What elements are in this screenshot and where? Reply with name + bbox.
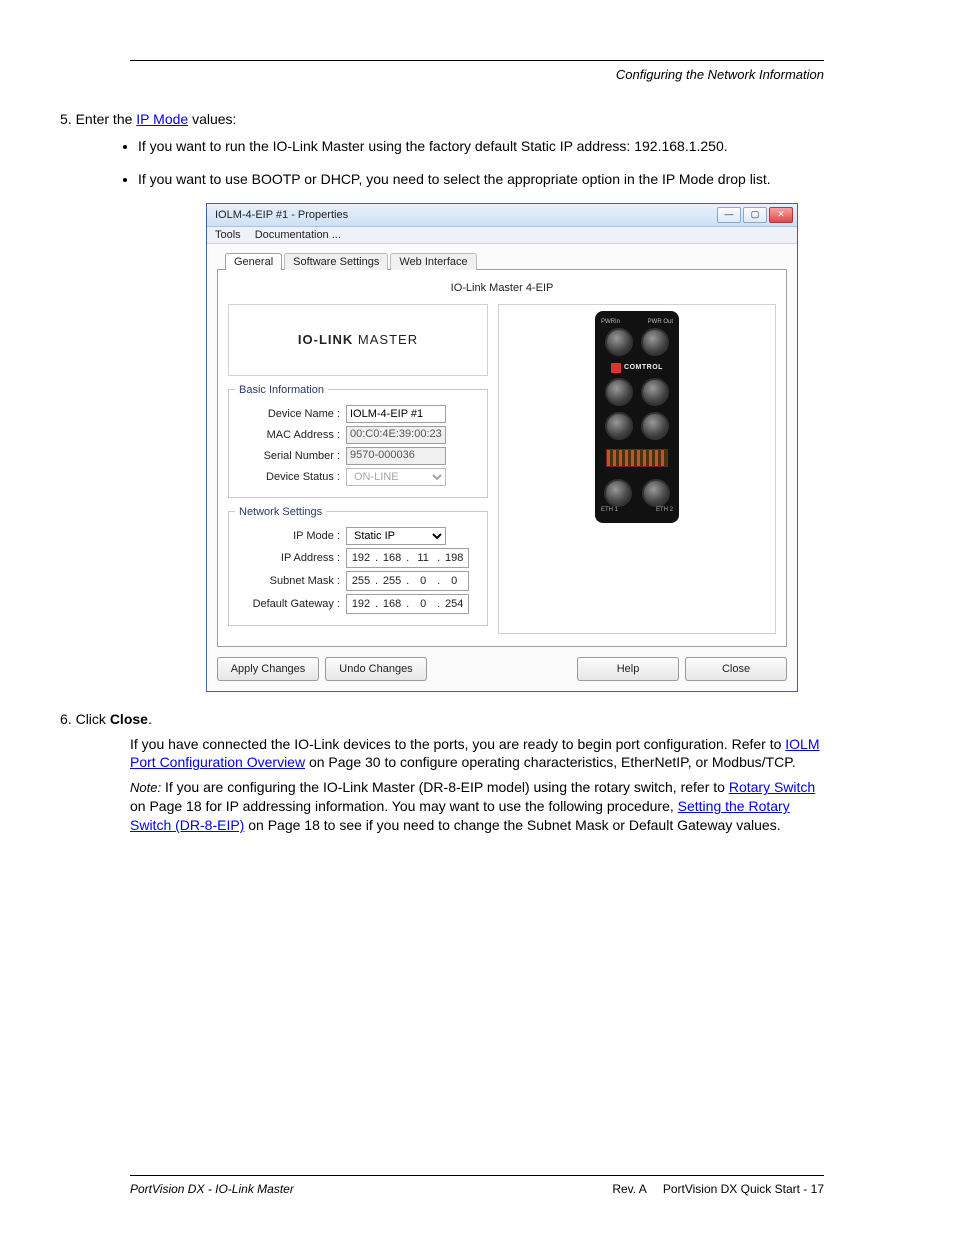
subnet-mask-input[interactable]: 255. 255. 0. 0 <box>346 571 469 591</box>
minimize-icon[interactable]: — <box>717 207 741 223</box>
txt: Enter the <box>76 111 133 127</box>
basic-info-group: Basic Information Device Name : MAC Addr… <box>228 384 488 498</box>
tab-general[interactable]: General <box>225 253 282 270</box>
note-title: Note: <box>130 780 161 795</box>
note-paragraph: Note: If you are configuring the IO-Link… <box>130 778 824 835</box>
oct[interactable]: 0 <box>411 598 435 610</box>
close-button[interactable]: Close <box>685 657 787 681</box>
oct[interactable]: 0 <box>411 575 435 587</box>
tab-title: IO-Link Master 4-EIP <box>228 282 776 294</box>
connector-icon <box>642 479 670 507</box>
connector-icon <box>604 479 632 507</box>
network-legend: Network Settings <box>235 506 326 518</box>
ip-address-input[interactable]: 192. 168. 11. 198 <box>346 548 469 568</box>
connector-icon <box>605 412 633 440</box>
device-name-input[interactable] <box>346 405 446 423</box>
dip-switch-icon <box>606 449 668 467</box>
tab-bar: General Software Settings Web Interface <box>225 252 787 269</box>
ip-address-label: IP Address : <box>235 552 346 564</box>
eth1-label: ETH 1 <box>601 507 618 513</box>
tab-body: IO-Link Master 4-EIP IO-LINK MASTER Basi… <box>217 269 787 647</box>
brand-text: COMTROL <box>624 364 663 371</box>
connector-icon <box>641 328 669 356</box>
txt: on Page 30 to configure operating charac… <box>309 754 796 770</box>
connector-icon <box>641 378 669 406</box>
bullet-list: If you want to run the IO-Link Master us… <box>60 137 894 189</box>
properties-window: IOLM-4-EIP #1 - Properties — ▢ ✕ Tools D… <box>206 203 798 692</box>
oct[interactable]: 168 <box>380 598 404 610</box>
menu-documentation[interactable]: Documentation ... <box>255 229 341 241</box>
window-title: IOLM-4-EIP #1 - Properties <box>215 209 348 221</box>
footer-left: PortVision DX - IO-Link Master <box>130 1182 294 1196</box>
connector-icon <box>605 378 633 406</box>
txt: . <box>148 711 152 727</box>
bold: Close <box>110 711 148 727</box>
device-image-panel: PWRIn PWR Out COMTROL <box>498 304 776 634</box>
device-status-select: ON-LINE <box>346 468 446 486</box>
txt: PortVision DX Quick Start - 17 <box>663 1182 824 1196</box>
footer-right: Rev. A PortVision DX Quick Start - 17 <box>612 1182 824 1196</box>
oct[interactable]: 192 <box>349 598 373 610</box>
ip-mode-select[interactable]: Static IP <box>346 527 446 545</box>
eth2-label: ETH 2 <box>656 507 673 513</box>
page-footer: PortVision DX - IO-Link Master Rev. A Po… <box>130 1175 824 1196</box>
oct[interactable]: 254 <box>442 598 466 610</box>
basic-legend: Basic Information <box>235 384 328 396</box>
rotary-switch-link[interactable]: Rotary Switch <box>729 779 815 795</box>
apply-changes-button[interactable]: Apply Changes <box>217 657 319 681</box>
logo-rest: MASTER <box>353 332 418 347</box>
logo-box: IO-LINK MASTER <box>228 304 488 376</box>
step-6: 6. Click Close. <box>60 710 894 729</box>
close-icon[interactable]: ✕ <box>769 207 793 223</box>
txt: values: <box>192 111 236 127</box>
txt: If you have connected the IO-Link device… <box>130 736 785 752</box>
default-gateway-input[interactable]: 192. 168. 0. 254 <box>346 594 469 614</box>
titlebar: IOLM-4-EIP #1 - Properties — ▢ ✕ <box>207 204 797 227</box>
oct[interactable]: 198 <box>442 552 466 564</box>
mac-address-value: 00:C0:4E:39:00:23 <box>346 426 446 444</box>
device-graphic: PWRIn PWR Out COMTROL <box>595 311 679 523</box>
pwr-in-label: PWRIn <box>601 319 620 325</box>
mac-address-label: MAC Address : <box>235 429 346 441</box>
oct[interactable]: 255 <box>380 575 404 587</box>
oct[interactable]: 168 <box>380 552 404 564</box>
oct[interactable]: 11 <box>411 552 435 564</box>
txt: on Page 18 for IP addressing information… <box>130 798 678 814</box>
tab-software-settings[interactable]: Software Settings <box>284 253 388 270</box>
txt: If you are configuring the IO-Link Maste… <box>165 779 729 795</box>
txt: on Page 18 to see if you need to change … <box>248 817 780 833</box>
ip-mode-label: IP Mode : <box>235 530 346 542</box>
connector-icon <box>641 412 669 440</box>
oct[interactable]: 0 <box>442 575 466 587</box>
brand-logo-icon <box>611 363 621 373</box>
instruction-line: 5. Enter the IP Mode values: <box>60 110 894 129</box>
ip-mode-link[interactable]: IP Mode <box>136 111 188 127</box>
help-button[interactable]: Help <box>577 657 679 681</box>
network-settings-group: Network Settings IP Mode : Static IP IP … <box>228 506 488 626</box>
list-item: If you want to run the IO-Link Master us… <box>138 137 894 156</box>
tab-web-interface[interactable]: Web Interface <box>390 253 476 270</box>
txt: Rev. A <box>612 1182 646 1196</box>
oct[interactable]: 192 <box>349 552 373 564</box>
maximize-icon[interactable]: ▢ <box>743 207 767 223</box>
subnet-mask-label: Subnet Mask : <box>235 575 346 587</box>
oct[interactable]: 255 <box>349 575 373 587</box>
serial-number-value: 9570-000036 <box>346 447 446 465</box>
pwr-out-label: PWR Out <box>648 319 673 325</box>
logo-bold: IO-LINK <box>298 332 353 347</box>
txt: Click <box>76 711 110 727</box>
default-gateway-label: Default Gateway : <box>235 598 346 610</box>
menubar: Tools Documentation ... <box>207 227 797 244</box>
page-header: Configuring the Network Information <box>130 67 824 82</box>
serial-number-label: Serial Number : <box>235 450 346 462</box>
device-status-label: Device Status : <box>235 471 346 483</box>
device-name-label: Device Name : <box>235 408 346 420</box>
menu-tools[interactable]: Tools <box>215 229 241 241</box>
list-item: If you want to use BOOTP or DHCP, you ne… <box>138 170 894 189</box>
undo-changes-button[interactable]: Undo Changes <box>325 657 427 681</box>
config-paragraph: If you have connected the IO-Link device… <box>130 735 824 773</box>
connector-icon <box>605 328 633 356</box>
